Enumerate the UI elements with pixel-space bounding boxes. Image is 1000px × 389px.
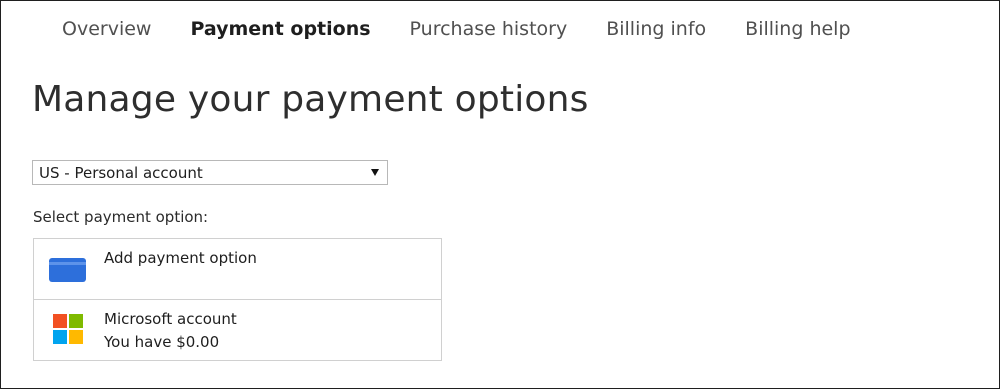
microsoft-account-label: Microsoft account — [104, 310, 237, 328]
microsoft-logo-icon — [53, 314, 83, 344]
account-select-value: US - Personal account — [39, 163, 203, 182]
tab-billing-help[interactable]: Billing help — [745, 18, 850, 40]
select-payment-label: Select payment option: — [33, 208, 209, 226]
credit-card-icon — [49, 258, 86, 282]
page-title: Manage your payment options — [32, 79, 589, 120]
add-payment-option-label: Add payment option — [104, 249, 257, 267]
card-stripe — [49, 262, 86, 265]
ms-logo-red-square — [53, 314, 67, 328]
ms-logo-blue-square — [53, 330, 67, 344]
account-balance: You have $0.00 — [104, 333, 220, 351]
tab-overview[interactable]: Overview — [62, 18, 151, 40]
microsoft-account-item[interactable]: Microsoft account You have $0.00 — [34, 300, 441, 360]
billing-page: Overview Payment options Purchase histor… — [0, 0, 1000, 389]
ms-logo-yellow-square — [69, 330, 83, 344]
billing-nav: Overview Payment options Purchase histor… — [62, 16, 890, 42]
ms-logo-green-square — [69, 314, 83, 328]
tab-purchase-history[interactable]: Purchase history — [410, 18, 568, 40]
add-payment-option-item[interactable]: Add payment option — [34, 239, 441, 300]
account-select[interactable]: US - Personal account — [32, 160, 388, 185]
payment-options-list: Add payment option Microsoft account You… — [33, 238, 442, 361]
tab-payment-options[interactable]: Payment options — [190, 18, 370, 40]
tab-billing-info[interactable]: Billing info — [606, 18, 706, 40]
chevron-down-icon — [371, 169, 379, 176]
